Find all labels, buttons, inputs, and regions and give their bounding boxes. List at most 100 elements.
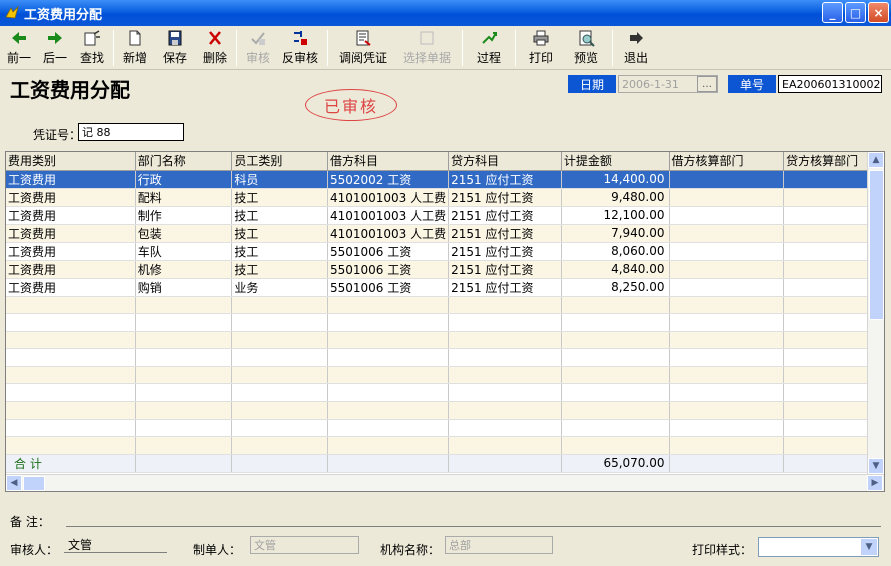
column-header[interactable]: 借方科目 [327, 152, 450, 171]
table-cell[interactable] [231, 436, 328, 455]
table-cell[interactable] [448, 331, 562, 350]
column-header[interactable]: 部门名称 [135, 152, 233, 171]
table-cell[interactable]: 2151 应付工资 [448, 242, 562, 261]
table-cell[interactable] [448, 383, 562, 403]
table-cell[interactable] [669, 383, 785, 403]
table-cell[interactable]: 5501006 工资 [327, 260, 450, 279]
table-row-empty[interactable] [6, 436, 884, 455]
table-cell[interactable]: 8,060.00 [561, 242, 670, 261]
table-cell[interactable]: 2151 应付工资 [448, 206, 562, 225]
table-cell[interactable]: 5502002 工资 [327, 170, 450, 189]
table-cell[interactable]: 技工 [231, 224, 328, 243]
unaudit-button[interactable]: 反审核 [276, 26, 324, 68]
table-cell[interactable]: 5501006 工资 [327, 242, 450, 261]
table-cell[interactable] [135, 401, 233, 420]
table-cell[interactable] [448, 296, 562, 315]
table-cell[interactable] [6, 419, 136, 438]
table-cell[interactable] [669, 296, 785, 315]
table-cell[interactable] [669, 366, 785, 385]
table-cell[interactable] [135, 313, 233, 332]
table-cell[interactable] [6, 383, 136, 403]
vertical-scrollbar[interactable]: ▲ ▼ [867, 152, 884, 474]
table-cell[interactable]: 工资费用 [6, 224, 136, 243]
prev-button[interactable]: 前一 [2, 26, 36, 68]
table-cell[interactable] [135, 348, 233, 367]
table-cell[interactable] [327, 313, 450, 332]
column-header[interactable]: 借方核算部门 [669, 152, 785, 171]
table-cell[interactable] [327, 331, 450, 350]
table-cell[interactable] [231, 331, 328, 350]
exit-button[interactable]: 退出 [616, 26, 656, 68]
org-field[interactable]: 总部 [445, 536, 553, 554]
table-cell[interactable]: 14,400.00 [561, 170, 670, 189]
table-cell[interactable]: 行政 [135, 170, 233, 189]
date-picker-button[interactable]: … [697, 76, 717, 92]
table-cell[interactable] [231, 383, 328, 403]
chevron-down-icon[interactable]: ▼ [861, 539, 877, 555]
table-cell[interactable] [561, 331, 670, 350]
table-cell[interactable] [6, 313, 136, 332]
table-cell[interactable] [6, 401, 136, 420]
voucher-button[interactable]: 调阅凭证 [331, 26, 395, 68]
table-row-empty[interactable] [6, 348, 884, 367]
table-row-empty[interactable] [6, 313, 884, 332]
table-cell[interactable]: 工资费用 [6, 260, 136, 279]
table-cell[interactable] [561, 348, 670, 367]
table-cell[interactable] [448, 419, 562, 438]
table-cell[interactable] [327, 419, 450, 438]
table-cell[interactable] [231, 419, 328, 438]
table-cell[interactable] [669, 331, 785, 350]
table-cell[interactable] [448, 436, 562, 455]
table-cell[interactable] [135, 436, 233, 455]
table-row-empty[interactable] [6, 296, 884, 315]
table-cell[interactable]: 4101001003 人工费 [327, 224, 450, 243]
table-cell[interactable]: 技工 [231, 188, 328, 207]
table-cell[interactable]: 车队 [135, 242, 233, 261]
scroll-up-icon[interactable]: ▲ [868, 152, 884, 168]
table-cell[interactable] [6, 296, 136, 315]
table-row[interactable]: 工资费用 包装 技工 4101001003 人工费 2151 应付工资 7,940.00 [6, 224, 884, 243]
table-cell[interactable] [448, 313, 562, 332]
table-cell[interactable]: 工资费用 [6, 242, 136, 261]
table-row[interactable]: 工资费用 配料 技工 4101001003 人工费 2151 应付工资 9,480.00 [6, 188, 884, 207]
delete-button[interactable]: 删除 [197, 26, 233, 68]
horizontal-scroll-thumb[interactable] [23, 476, 45, 491]
minimize-button[interactable]: _ [822, 2, 843, 23]
table-cell[interactable] [135, 419, 233, 438]
vertical-scroll-thumb[interactable] [869, 170, 884, 320]
table-row[interactable]: 工资费用 行政 科员 5502002 工资 2151 应付工资 14,400.00 [6, 170, 884, 189]
maker-field[interactable]: 文管 [250, 536, 359, 554]
table-cell[interactable] [135, 296, 233, 315]
column-header[interactable]: 员工类别 [231, 152, 328, 171]
table-cell[interactable] [669, 260, 785, 279]
table-cell[interactable] [231, 348, 328, 367]
table-cell[interactable] [6, 366, 136, 385]
table-cell[interactable]: 制作 [135, 206, 233, 225]
column-header[interactable]: 贷方科目 [448, 152, 562, 171]
table-cell[interactable] [561, 366, 670, 385]
maximize-button[interactable]: □ [845, 2, 866, 23]
table-cell[interactable] [669, 313, 785, 332]
table-cell[interactable]: 4101001003 人工费 [327, 188, 450, 207]
table-cell[interactable]: 2151 应付工资 [448, 170, 562, 189]
table-row-empty[interactable] [6, 401, 884, 420]
table-cell[interactable] [561, 383, 670, 403]
table-row-empty[interactable] [6, 331, 884, 350]
scroll-down-icon[interactable]: ▼ [868, 458, 884, 474]
scroll-left-icon[interactable]: ◀ [6, 475, 22, 491]
table-cell[interactable]: 2151 应付工资 [448, 260, 562, 279]
table-cell[interactable]: 2151 应付工资 [448, 224, 562, 243]
table-row[interactable]: 工资费用 机修 技工 5501006 工资 2151 应付工资 4,840.00 [6, 260, 884, 279]
remark-line[interactable] [66, 526, 881, 527]
horizontal-scrollbar[interactable]: ◀ ▶ [6, 474, 884, 491]
table-cell[interactable]: 技工 [231, 260, 328, 279]
new-button[interactable]: 新增 [117, 26, 153, 68]
table-cell[interactable] [669, 242, 785, 261]
table-cell[interactable] [327, 366, 450, 385]
table-cell[interactable] [231, 366, 328, 385]
print-button[interactable]: 打印 [519, 26, 563, 68]
table-cell[interactable] [135, 366, 233, 385]
table-row[interactable]: 工资费用 制作 技工 4101001003 人工费 2151 应付工资 12,100.00 [6, 206, 884, 225]
table-row-empty[interactable] [6, 383, 884, 403]
table-cell[interactable] [135, 383, 233, 403]
